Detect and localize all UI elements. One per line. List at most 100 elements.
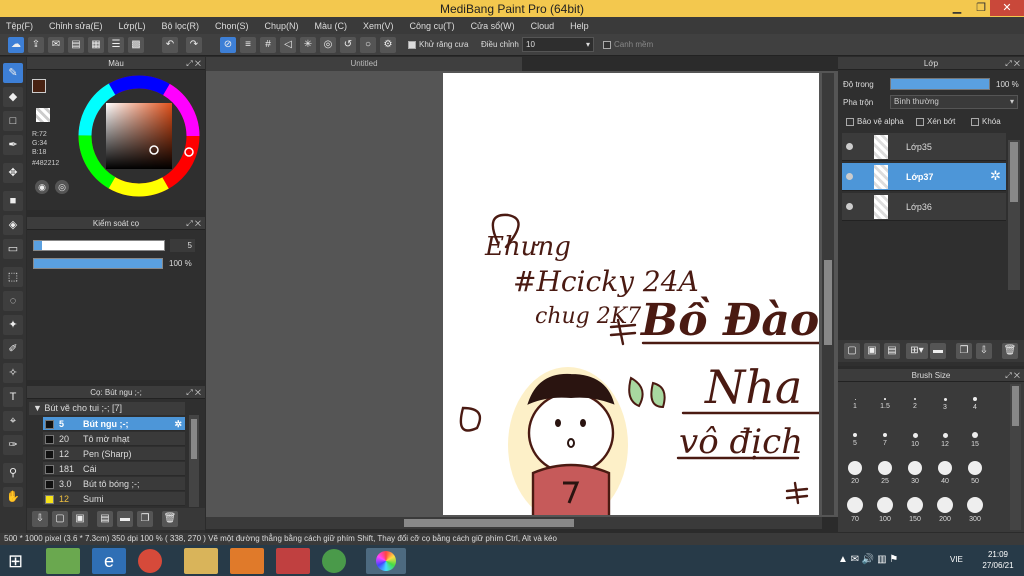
brush-size-option[interactable]: 300 [960, 493, 990, 527]
brush-size-option[interactable]: 30 [900, 457, 930, 491]
brush-size-option[interactable]: 10 [900, 421, 930, 455]
menu-help[interactable]: Help [570, 21, 589, 31]
color-wheel[interactable] [76, 73, 202, 199]
brush-size-option[interactable]: 1.5 [870, 385, 900, 419]
adjust-select[interactable]: 10 ▾ [522, 37, 594, 52]
hand-tool-icon[interactable]: ✋ [3, 487, 23, 507]
layer-item[interactable]: Lớp37 ✲ [842, 163, 1006, 191]
menu-select[interactable]: Chọn(S) [215, 21, 249, 31]
brush-size-option[interactable]: 7 [870, 421, 900, 455]
undo-icon[interactable]: ↶ [162, 37, 178, 53]
minimize-button[interactable]: ▁ [944, 0, 970, 16]
brush-item[interactable]: 3.0 Bút tô bóng ;-; [43, 477, 185, 491]
edge-toggle[interactable]: Canh mềm [603, 40, 653, 49]
bluestacks-icon[interactable] [46, 548, 80, 574]
new-layer-icon[interactable]: ▢ [844, 343, 860, 359]
layer-item[interactable]: Lớp36 [842, 193, 1006, 221]
redo-icon[interactable]: ↷ [186, 37, 202, 53]
brush-size-option[interactable]: 150 [900, 493, 930, 527]
cloud-icon[interactable]: ☁ [8, 37, 24, 53]
brush-size-option[interactable]: 12 [930, 421, 960, 455]
menu-layer[interactable]: Lớp(L) [119, 21, 146, 31]
select-pen-icon[interactable]: ✐ [3, 339, 23, 359]
visibility-icon[interactable] [846, 203, 853, 210]
new-layer-8bit-icon[interactable]: ▣ [864, 343, 880, 359]
brush-size-option[interactable]: 5 [840, 421, 870, 455]
brush-size-option[interactable]: 25 [870, 457, 900, 491]
close-icon[interactable]: ⤢ ✕ [186, 217, 201, 230]
cross-snap-icon[interactable]: # [260, 37, 276, 53]
lock-toggle[interactable]: Khóa [971, 117, 1001, 126]
grid-icon[interactable]: ▩ [128, 37, 144, 53]
brush-size-slider[interactable] [33, 240, 165, 251]
antialias-checkbox[interactable] [408, 40, 416, 49]
brush-size-option[interactable]: 200 [930, 493, 960, 527]
brush-size-scrollbar[interactable] [1010, 384, 1021, 530]
brush-size-value[interactable]: 5 [170, 239, 195, 252]
gear-icon[interactable]: ✲ [990, 168, 1001, 184]
new-layer-1bit-icon[interactable]: ▤ [884, 343, 900, 359]
eyedropper-icon[interactable]: ✑ [3, 435, 23, 455]
copy-brush-icon[interactable]: ▤ [97, 511, 113, 527]
medibang-taskbar-icon[interactable] [366, 548, 406, 574]
trash-icon[interactable]: 🗑 [1002, 343, 1018, 359]
duplicate-icon[interactable]: ❐ [137, 511, 153, 527]
powerpoint-icon[interactable] [230, 548, 264, 574]
brush-size-option[interactable]: 40 [930, 457, 960, 491]
brush-size-option[interactable]: 2 [900, 385, 930, 419]
curve-snap-icon[interactable]: ↺ [340, 37, 356, 53]
chrome-icon[interactable] [138, 549, 162, 573]
brush-tool-icon[interactable]: ✎ [3, 63, 23, 83]
settings-icon[interactable]: ⚙ [380, 37, 396, 53]
protect-alpha-toggle[interactable]: Bảo vệ alpha [846, 117, 904, 126]
close-icon[interactable]: ⤢ ✕ [1005, 57, 1020, 70]
protect-alpha-checkbox[interactable] [846, 117, 854, 126]
app-icon[interactable] [276, 548, 310, 574]
cloud-brush-icon[interactable]: ⇩ [32, 511, 48, 527]
menu-window[interactable]: Cửa sổ(W) [471, 21, 515, 31]
ellipse-snap-icon[interactable]: ○ [360, 37, 376, 53]
brush-size-option[interactable]: 50 [960, 457, 990, 491]
menu-view[interactable]: Xem(V) [363, 21, 394, 31]
drawing-canvas[interactable]: Ehưng #Hcicky 24A chug 2K7 Bồ Đào Nha vô… [443, 73, 819, 515]
palette-add-icon[interactable]: ◎ [55, 180, 69, 194]
close-button[interactable]: ✕ [990, 0, 1024, 16]
clipping-checkbox[interactable] [916, 117, 924, 126]
duplicate-icon[interactable]: ❐ [956, 343, 972, 359]
layer-list-scrollbar[interactable] [1008, 140, 1020, 290]
brush-size-option[interactable]: 1 [840, 385, 870, 419]
snap-off-icon[interactable]: ⊘ [220, 37, 236, 53]
layer-opacity-slider[interactable] [890, 78, 990, 90]
circle-snap-icon[interactable]: ◎ [320, 37, 336, 53]
magic-wand-icon[interactable]: ✦ [3, 315, 23, 335]
brush-group[interactable]: ▼ Bút vẽ cho tui ;-; [7] [29, 402, 185, 415]
brush-list-scrollbar[interactable] [189, 415, 199, 507]
menu-tools[interactable]: Công cụ(T) [410, 21, 455, 31]
brush-item[interactable]: 12 Sumi [43, 492, 185, 506]
brush-item[interactable]: 20 Tô mờ nhạt [43, 432, 185, 446]
trash-icon[interactable]: 🗑 [162, 511, 178, 527]
share-icon[interactable]: ⇪ [28, 37, 44, 53]
brush-opacity-slider[interactable] [33, 258, 163, 269]
eyedropper-2-icon[interactable]: ⚲ [3, 463, 23, 483]
edge-checkbox[interactable] [603, 40, 611, 49]
folder-icon[interactable]: ▬ [930, 343, 946, 359]
blend-mode-select[interactable]: Bình thường ▾ [890, 95, 1018, 109]
parallel-snap-icon[interactable]: ≡ [240, 37, 256, 53]
lock-checkbox[interactable] [971, 117, 979, 126]
add-layer-menu-icon[interactable]: ⊞▾ [906, 343, 928, 359]
ie-icon[interactable]: e [92, 548, 126, 574]
comment-icon[interactable]: ✉ [48, 37, 64, 53]
menu-edit[interactable]: Chỉnh sửa(E) [49, 21, 103, 31]
menu-color[interactable]: Màu (C) [315, 21, 348, 31]
visibility-icon[interactable] [846, 173, 853, 180]
merge-icon[interactable]: ⇩ [976, 343, 992, 359]
brush-item[interactable]: 12 Pen (Sharp) [43, 447, 185, 461]
app2-icon[interactable] [322, 549, 346, 573]
close-icon[interactable]: ⤢ ✕ [186, 386, 201, 399]
pen-tool-icon[interactable]: ✒ [3, 135, 23, 155]
foreground-color-swatch[interactable] [32, 79, 46, 93]
transparent-color-swatch[interactable] [36, 108, 50, 122]
add-brush-icon[interactable]: ▣ [72, 511, 88, 527]
antialias-toggle[interactable]: Khử răng cưa [408, 40, 468, 49]
